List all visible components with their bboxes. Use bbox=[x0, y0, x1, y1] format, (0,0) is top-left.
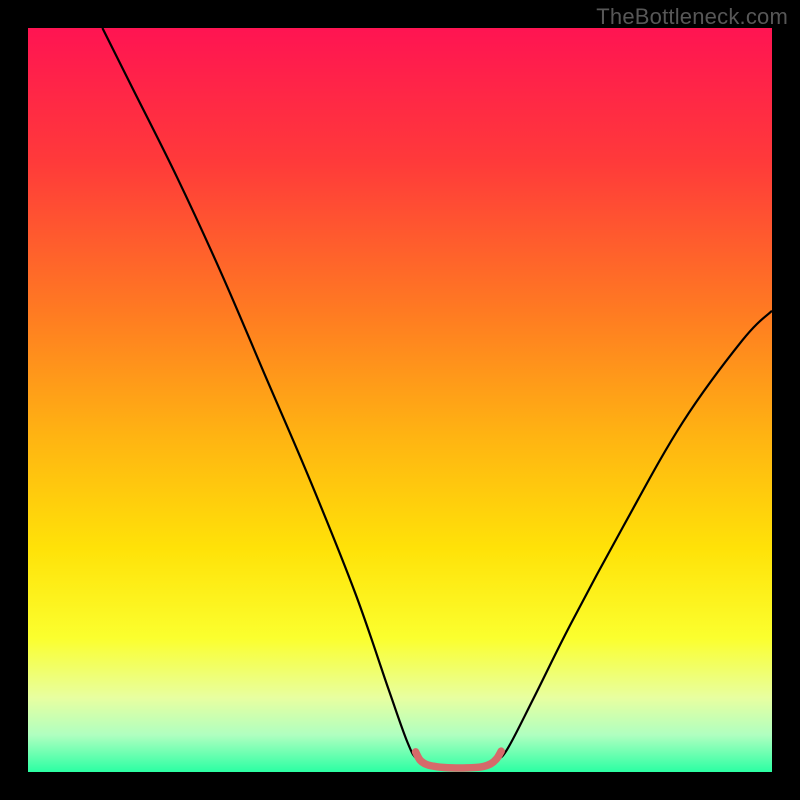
curve-svg bbox=[28, 28, 772, 772]
frame: TheBottleneck.com bbox=[0, 0, 800, 800]
bottleneck-curve bbox=[102, 28, 772, 768]
plot-area bbox=[28, 28, 772, 772]
watermark: TheBottleneck.com bbox=[596, 4, 788, 30]
optimal-band bbox=[416, 751, 502, 768]
